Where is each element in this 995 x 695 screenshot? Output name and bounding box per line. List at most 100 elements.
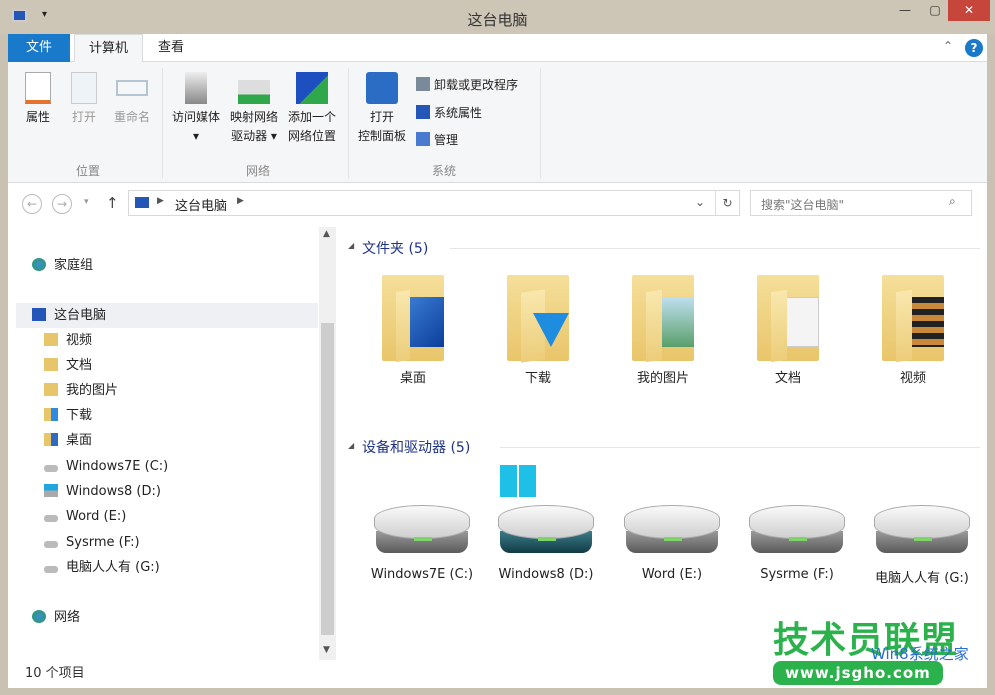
control-panel-icon [366,72,398,104]
network-icon [32,610,46,623]
refresh-icon[interactable]: ↻ [715,191,739,215]
search-icon[interactable]: ⌕ [949,194,956,209]
back-button[interactable]: ← [22,194,42,214]
title-bar: ▾ 这台电脑 — ▢ ✕ [0,0,995,34]
nav-drive-c[interactable]: Windows7E (C:) [44,454,168,479]
divider [500,447,980,448]
drive-icon [44,566,58,573]
folders-header[interactable]: 文件夹 (5) [362,238,428,258]
scroll-down-icon[interactable]: ▼ [323,645,330,655]
drive-g[interactable]: 电脑人人有 (G:) [862,485,982,586]
address-dropdown-icon[interactable]: ⌄ [695,195,705,209]
nav-documents[interactable]: 文档 [44,353,92,378]
nav-drive-f[interactable]: Sysrme (F:) [44,530,140,555]
desktop-folder-icon [44,433,58,446]
scrollbar-thumb[interactable] [321,323,334,635]
close-button[interactable]: ✕ [948,0,990,21]
tab-view[interactable]: 查看 [144,34,198,62]
nav-drive-d[interactable]: Windows8 (D:) [44,479,161,504]
maximize-button[interactable]: ▢ [920,0,950,21]
watermark-url: www.jsgho.com [773,661,943,685]
access-media-button[interactable]: 访问媒体▾ [168,72,224,146]
add-network-location-button[interactable]: 添加一个网络位置 [284,72,340,146]
search-input[interactable]: 搜索"这台电脑" ⌕ [750,190,972,216]
divider [540,68,541,178]
folder-videos[interactable]: 视频 [858,267,968,386]
network-location-icon [296,72,328,104]
homegroup-icon [32,258,46,271]
address-bar-row: ← → ▾ ↑ ▶ 这台电脑 ▶ ⌄ ↻ 搜索"这台电脑" ⌕ [8,183,987,227]
tab-computer[interactable]: 计算机 [74,34,143,63]
videos-folder-icon [44,333,58,346]
properties-button[interactable]: 属性 [18,72,58,127]
search-placeholder: 搜索"这台电脑" [761,196,844,213]
group-location-label: 位置 [48,162,128,179]
system-properties-icon [416,105,430,119]
help-icon[interactable]: ? [965,39,983,57]
nav-drive-g[interactable]: 电脑人人有 (G:) [44,555,160,580]
drive-e[interactable]: Word (E:) [612,485,732,582]
collapse-group-icon[interactable]: ◢ [348,241,354,250]
divider [348,68,349,178]
folder-documents[interactable]: 文档 [733,267,843,386]
open-icon [71,72,97,104]
open-button[interactable]: 打开 [64,72,104,127]
folder-pictures[interactable]: 我的图片 [608,267,718,386]
scroll-up-icon[interactable]: ▲ [323,229,330,239]
manage-icon [416,132,430,146]
videos-folder-icon [882,267,944,361]
nav-network[interactable]: 网络 [32,605,80,630]
tab-file[interactable]: 文件 [8,34,70,62]
nav-pictures[interactable]: 我的图片 [44,378,118,403]
group-network-label: 网络 [218,162,298,179]
uninstall-program-button[interactable]: 卸载或更改程序 [416,76,518,93]
network-drive-icon [238,80,270,104]
documents-folder-icon [757,267,819,361]
downloads-folder-icon [44,408,58,421]
drive-icon [44,465,58,472]
nav-videos[interactable]: 视频 [44,328,92,353]
desktop-folder-icon [382,267,444,361]
collapse-group-icon[interactable]: ◢ [348,441,354,450]
up-button[interactable]: ↑ [106,194,119,212]
drive-c[interactable]: Windows7E (C:) [362,485,482,582]
system-properties-button[interactable]: 系统属性 [416,104,482,121]
recent-locations-icon[interactable]: ▾ [84,197,89,207]
drive-f[interactable]: Sysrme (F:) [737,485,857,582]
breadcrumb-separator-icon: ▶ [157,196,164,206]
nav-drive-e[interactable]: Word (E:) [44,504,126,529]
open-control-panel-button[interactable]: 打开控制面板 [354,72,410,146]
hard-drive-icon [624,505,720,561]
pictures-folder-icon [44,383,58,396]
hard-drive-icon [374,505,470,561]
folder-desktop[interactable]: 桌面 [358,267,468,386]
minimize-button[interactable]: — [890,0,920,21]
forward-button[interactable]: → [52,194,72,214]
divider [450,248,980,249]
item-count: 10 个项目 [25,666,85,681]
collapse-ribbon-icon[interactable]: ⌃ [943,39,953,53]
media-server-icon [185,72,207,104]
downloads-folder-icon [507,267,569,361]
nav-scrollbar[interactable]: ▲ ▼ [319,227,336,660]
ribbon: 属性 打开 重命名 位置 访问媒体▾ 映射网络驱动器 ▾ 添加一个网络位置 网络… [8,62,987,183]
drive-d[interactable]: Windows8 (D:) [486,485,606,582]
window-title: 这台电脑 [0,9,995,30]
breadcrumb-this-pc[interactable]: 这台电脑 [175,195,227,214]
nav-this-pc[interactable]: 这台电脑 [16,303,318,328]
folder-downloads[interactable]: 下载 [483,267,593,386]
rename-icon [116,80,148,96]
drives-header[interactable]: 设备和驱动器 (5) [362,437,470,457]
map-network-drive-button[interactable]: 映射网络驱动器 ▾ [226,72,282,146]
nav-downloads[interactable]: 下载 [44,403,92,428]
navigation-pane: 家庭组 这台电脑 视频 文档 我的图片 下载 桌面 Windows7E (C:)… [8,227,336,660]
hard-drive-icon [874,505,970,561]
address-input[interactable]: ▶ 这台电脑 ▶ ⌄ ↻ [128,190,740,216]
nav-desktop[interactable]: 桌面 [44,428,92,453]
uninstall-icon [416,77,430,91]
nav-homegroup[interactable]: 家庭组 [32,253,93,278]
drive-icon [44,515,58,522]
rename-button[interactable]: 重命名 [108,72,156,127]
breadcrumb-separator-icon[interactable]: ▶ [237,196,244,206]
manage-button[interactable]: 管理 [416,131,458,148]
